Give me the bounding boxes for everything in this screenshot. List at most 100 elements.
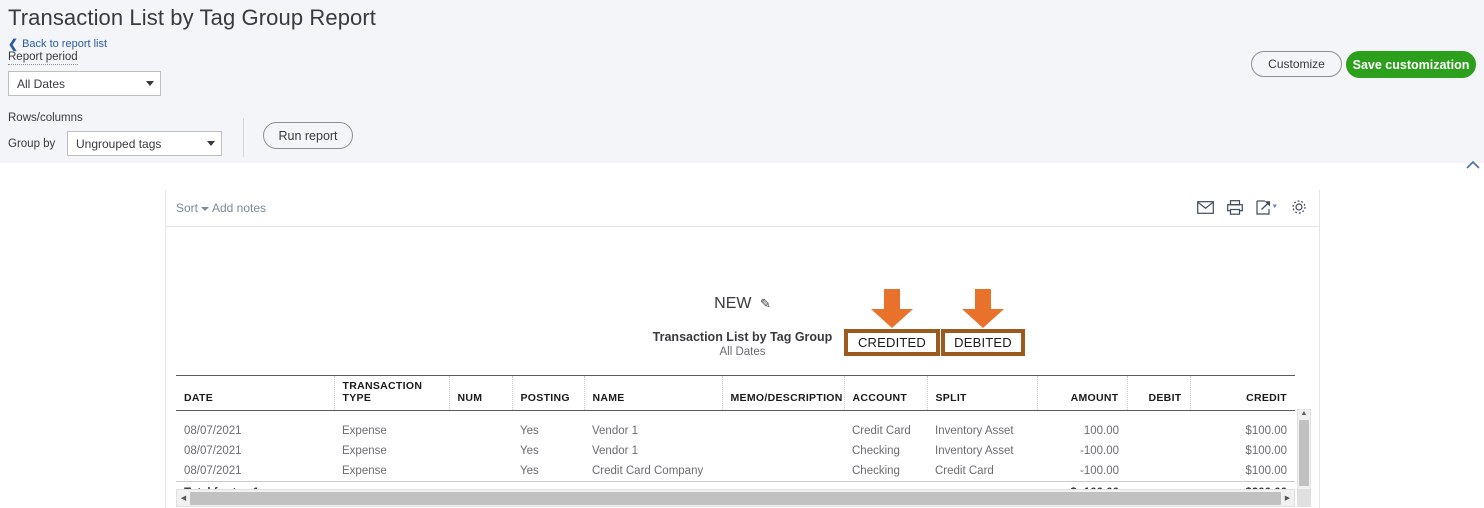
column-header-name[interactable]: NAME <box>584 375 723 411</box>
report-period-select[interactable]: All Dates <box>8 71 161 96</box>
cell-type: Expense <box>342 464 387 477</box>
cell-credit: $100.00 <box>1245 464 1287 477</box>
cell-posting: Yes <box>520 424 539 437</box>
cell-posting: Yes <box>520 444 539 457</box>
transaction-table: DATE TRANSACTION TYPE NUM POSTING NAME M… <box>176 375 1295 503</box>
report-new-badge: NEW ✎ <box>166 295 1319 313</box>
table-row[interactable]: 08/07/2021 Expense Yes Credit Card Compa… <box>176 461 1295 482</box>
save-customization-button[interactable]: Save customization <box>1346 51 1476 78</box>
report-period-label: Report period <box>8 51 78 65</box>
cell-debit <box>1127 461 1190 482</box>
column-header-transaction-type[interactable]: TRANSACTION TYPE <box>334 375 450 411</box>
column-header-debit[interactable]: DEBIT <box>1127 375 1191 411</box>
email-icon[interactable] <box>1197 200 1214 219</box>
back-to-report-list-link[interactable]: ❮ Back to report list <box>8 38 107 50</box>
scrollbar-corner <box>1297 489 1311 507</box>
cell-account: Checking <box>852 444 900 457</box>
cell-num <box>449 461 512 482</box>
column-header-account[interactable]: ACCOUNT <box>844 375 928 411</box>
group-by-label: Group by <box>8 138 56 150</box>
scroll-up-arrow-icon[interactable]: ▲ <box>1301 410 1308 418</box>
down-arrow-icon <box>871 289 913 328</box>
sort-label: Sort <box>176 201 199 215</box>
vertical-scroll-thumb[interactable] <box>1299 420 1309 486</box>
add-notes-button[interactable]: Add notes <box>212 201 266 215</box>
cell-num <box>449 441 512 461</box>
sort-button[interactable]: Sort <box>176 201 210 215</box>
horizontal-scroll-thumb[interactable] <box>190 491 1281 505</box>
run-report-button[interactable]: Run report <box>263 122 353 149</box>
cell-num <box>449 421 512 441</box>
cell-split: Inventory Asset <box>935 424 1014 437</box>
report-page: Transaction List by Tag Group Report ❮ B… <box>0 0 1484 508</box>
chevron-left-icon: ❮ <box>8 37 19 51</box>
cell-date: 08/07/2021 <box>184 464 242 477</box>
cell-debit <box>1127 421 1190 441</box>
print-icon[interactable] <box>1227 199 1243 220</box>
annotation-debited: DEBITED <box>941 289 1025 356</box>
collapse-panel-chevron-up-icon[interactable] <box>1464 158 1482 172</box>
column-header-posting[interactable]: POSTING <box>512 375 585 411</box>
table-header-row: DATE TRANSACTION TYPE NUM POSTING NAME M… <box>176 375 1295 411</box>
down-arrow-icon <box>962 289 1004 328</box>
cell-type: Expense <box>342 424 387 437</box>
table-row[interactable]: 08/07/2021 Expense Yes Vendor 1 Checking… <box>176 441 1295 461</box>
column-header-date[interactable]: DATE <box>176 375 335 411</box>
annotation-debited-label: DEBITED <box>941 329 1025 356</box>
column-header-amount[interactable]: AMOUNT <box>1037 375 1128 411</box>
cell-amount: -100.00 <box>1079 464 1119 477</box>
transaction-table-wrapper: DATE TRANSACTION TYPE NUM POSTING NAME M… <box>176 375 1295 503</box>
cell-name: Credit Card Company <box>592 464 704 477</box>
rows-columns-label: Rows/columns <box>8 112 83 124</box>
report-card: Sort Add notes NEW ✎ Transaction List by… <box>165 190 1320 508</box>
report-controls-band: Transaction List by Tag Group Report ❮ B… <box>0 0 1484 163</box>
pencil-icon[interactable]: ✎ <box>760 296 771 311</box>
cell-type: Expense <box>342 444 387 457</box>
cell-account: Credit Card <box>852 424 911 437</box>
chevron-down-icon <box>146 81 154 86</box>
cell-credit: $100.00 <box>1245 424 1287 437</box>
cell-account: Checking <box>852 464 900 477</box>
annotation-credited-label: CREDITED <box>844 329 940 356</box>
new-label: NEW <box>714 295 752 312</box>
scroll-right-arrow-icon[interactable]: ▶ <box>1281 494 1294 502</box>
gear-icon[interactable] <box>1291 199 1307 220</box>
table-spacer-row <box>176 411 1295 421</box>
report-card-toolbar: Sort Add notes <box>166 190 1319 227</box>
cell-date: 08/07/2021 <box>184 424 242 437</box>
column-header-memo[interactable]: MEMO/DESCRIPTION <box>722 375 845 411</box>
cell-debit <box>1127 441 1190 461</box>
chevron-down-icon <box>207 141 215 146</box>
cell-credit: $100.00 <box>1245 444 1287 457</box>
column-header-credit[interactable]: CREDIT <box>1190 375 1295 411</box>
back-link-label: Back to report list <box>22 38 108 50</box>
cell-split: Credit Card <box>935 464 994 477</box>
export-icon[interactable] <box>1256 199 1278 220</box>
report-period-value: All Dates <box>17 76 66 91</box>
cell-name: Vendor 1 <box>592 424 639 437</box>
cell-name: Vendor 1 <box>592 444 639 457</box>
cell-posting: Yes <box>520 464 539 477</box>
scroll-left-arrow-icon[interactable]: ◀ <box>177 494 190 502</box>
group-by-select[interactable]: Ungrouped tags <box>67 131 222 156</box>
controls-divider <box>243 118 244 157</box>
report-actions <box>1197 199 1307 220</box>
report-date-range: All Dates <box>719 346 766 358</box>
table-vertical-scrollbar[interactable]: ▲ ▼ <box>1297 409 1311 497</box>
column-header-num[interactable]: NUM <box>449 375 513 411</box>
cell-amount: -100.00 <box>1079 444 1119 457</box>
table-horizontal-scrollbar[interactable]: ◀ ▶ <box>176 489 1295 507</box>
cell-memo <box>722 421 844 441</box>
page-title: Transaction List by Tag Group Report <box>8 5 377 30</box>
customize-button[interactable]: Customize <box>1251 51 1342 77</box>
table-row[interactable]: 08/07/2021 Expense Yes Vendor 1 Credit C… <box>176 421 1295 441</box>
report-name: Transaction List by Tag Group <box>652 330 833 344</box>
group-by-value: Ungrouped tags <box>76 136 162 151</box>
cell-split: Inventory Asset <box>935 444 1014 457</box>
cell-memo <box>722 441 844 461</box>
cell-date: 08/07/2021 <box>184 444 242 457</box>
annotation-credited: CREDITED <box>844 289 940 356</box>
column-header-split[interactable]: SPLIT <box>927 375 1038 411</box>
chevron-down-icon <box>201 207 210 211</box>
cell-amount: 100.00 <box>1083 424 1119 437</box>
